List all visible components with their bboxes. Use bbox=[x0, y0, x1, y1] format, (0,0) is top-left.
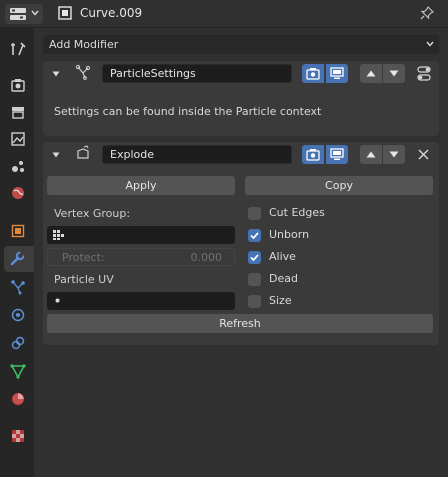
option-unborn[interactable]: Unborn bbox=[248, 228, 428, 243]
tab-view-layer[interactable] bbox=[5, 126, 31, 152]
tab-constraints[interactable] bbox=[5, 330, 31, 356]
object-icon bbox=[58, 6, 72, 20]
tab-physics[interactable] bbox=[5, 302, 31, 328]
uv-dot-icon bbox=[55, 298, 60, 303]
modifier-name-field[interactable]: ParticleSettings bbox=[102, 64, 292, 83]
show-in-render-toggle[interactable] bbox=[302, 64, 324, 83]
object-name: Curve.009 bbox=[80, 6, 143, 20]
material-icon bbox=[11, 392, 25, 406]
protect-value: 0.000 bbox=[190, 251, 223, 264]
particle-context-message: Settings can be found inside the Particl… bbox=[54, 105, 322, 118]
copy-button[interactable]: Copy bbox=[245, 176, 433, 195]
alive-label: Alive bbox=[269, 250, 296, 263]
editor-type-button[interactable] bbox=[5, 4, 43, 24]
toggle-settings-icon[interactable] bbox=[417, 66, 431, 81]
object-properties-icon bbox=[11, 224, 25, 238]
refresh-button[interactable]: Refresh bbox=[47, 314, 433, 333]
render-icon bbox=[11, 79, 25, 92]
dead-label: Dead bbox=[269, 272, 298, 285]
move-down-button[interactable] bbox=[383, 145, 405, 164]
tab-tool[interactable] bbox=[5, 36, 31, 62]
tab-render[interactable] bbox=[5, 72, 31, 98]
protect-label: Protect: bbox=[62, 251, 105, 264]
collapse-caret-icon[interactable] bbox=[52, 70, 60, 78]
apply-button[interactable]: Apply bbox=[47, 176, 235, 195]
constraints-icon bbox=[11, 336, 25, 350]
option-cut-edges[interactable]: Cut Edges bbox=[248, 206, 428, 221]
alive-checkbox[interactable] bbox=[248, 251, 261, 264]
protect-field[interactable]: Protect: 0.000 bbox=[47, 248, 235, 266]
monitor-icon bbox=[330, 67, 344, 79]
curve-data-icon bbox=[10, 364, 26, 379]
add-modifier-label: Add Modifier bbox=[49, 38, 119, 51]
move-up-button[interactable] bbox=[360, 64, 382, 83]
tab-scene[interactable] bbox=[5, 153, 31, 179]
wrench-icon bbox=[10, 251, 25, 266]
close-icon[interactable] bbox=[418, 149, 429, 160]
checkmark-icon bbox=[250, 254, 259, 262]
scene-icon bbox=[12, 161, 24, 172]
show-in-viewport-toggle[interactable] bbox=[326, 64, 348, 83]
tool-icon bbox=[11, 42, 26, 56]
size-label: Size bbox=[269, 294, 292, 307]
chevron-down-icon bbox=[426, 41, 434, 47]
modifier-name-field[interactable]: Explode bbox=[102, 145, 292, 164]
camera-icon bbox=[306, 68, 320, 80]
show-in-viewport-toggle[interactable] bbox=[326, 145, 348, 164]
option-dead[interactable]: Dead bbox=[248, 272, 428, 287]
move-up-button[interactable] bbox=[360, 145, 382, 164]
triangle-up-icon bbox=[366, 70, 376, 77]
explode-modifier-icon bbox=[77, 145, 89, 159]
particle-uv-field[interactable] bbox=[47, 292, 235, 310]
triangle-up-icon bbox=[366, 151, 376, 158]
option-alive[interactable]: Alive bbox=[248, 250, 428, 265]
tab-particles[interactable] bbox=[5, 274, 31, 300]
show-in-render-toggle[interactable] bbox=[302, 145, 324, 164]
tab-output[interactable] bbox=[5, 99, 31, 125]
properties-editor-icon bbox=[10, 8, 26, 20]
output-icon bbox=[12, 107, 24, 119]
vertex-group-label: Vertex Group: bbox=[54, 207, 131, 220]
view-layer-icon bbox=[11, 132, 25, 146]
world-icon bbox=[12, 187, 24, 199]
triangle-down-icon bbox=[389, 70, 399, 77]
camera-icon bbox=[306, 149, 320, 161]
checkmark-icon bbox=[250, 232, 259, 240]
tab-world[interactable] bbox=[5, 180, 31, 206]
vertex-group-icon bbox=[53, 230, 64, 240]
cut-edges-checkbox[interactable] bbox=[248, 207, 261, 220]
move-down-button[interactable] bbox=[383, 64, 405, 83]
texture-icon bbox=[12, 430, 24, 442]
size-checkbox[interactable] bbox=[248, 295, 261, 308]
pin-icon[interactable] bbox=[419, 5, 435, 21]
tab-texture[interactable] bbox=[5, 423, 31, 449]
tab-object[interactable] bbox=[5, 218, 31, 244]
triangle-down-icon bbox=[389, 151, 399, 158]
collapse-caret-icon[interactable] bbox=[52, 151, 60, 159]
option-size[interactable]: Size bbox=[248, 294, 428, 309]
cut-edges-label: Cut Edges bbox=[269, 206, 325, 219]
particle-uv-label: Particle UV bbox=[54, 273, 114, 286]
particles-icon bbox=[11, 280, 25, 295]
chevron-down-icon bbox=[31, 10, 39, 16]
monitor-icon bbox=[330, 148, 344, 160]
unborn-label: Unborn bbox=[269, 228, 310, 241]
particle-visibility-toggles bbox=[302, 64, 348, 83]
tab-modifiers[interactable] bbox=[4, 246, 34, 272]
explode-visibility-toggles bbox=[302, 145, 348, 164]
tab-material[interactable] bbox=[5, 386, 31, 412]
dead-checkbox[interactable] bbox=[248, 273, 261, 286]
particles-modifier-icon bbox=[75, 64, 91, 80]
unborn-checkbox[interactable] bbox=[248, 229, 261, 242]
vertex-group-field[interactable] bbox=[47, 226, 235, 244]
tab-data[interactable] bbox=[5, 358, 31, 384]
physics-icon bbox=[11, 308, 25, 322]
